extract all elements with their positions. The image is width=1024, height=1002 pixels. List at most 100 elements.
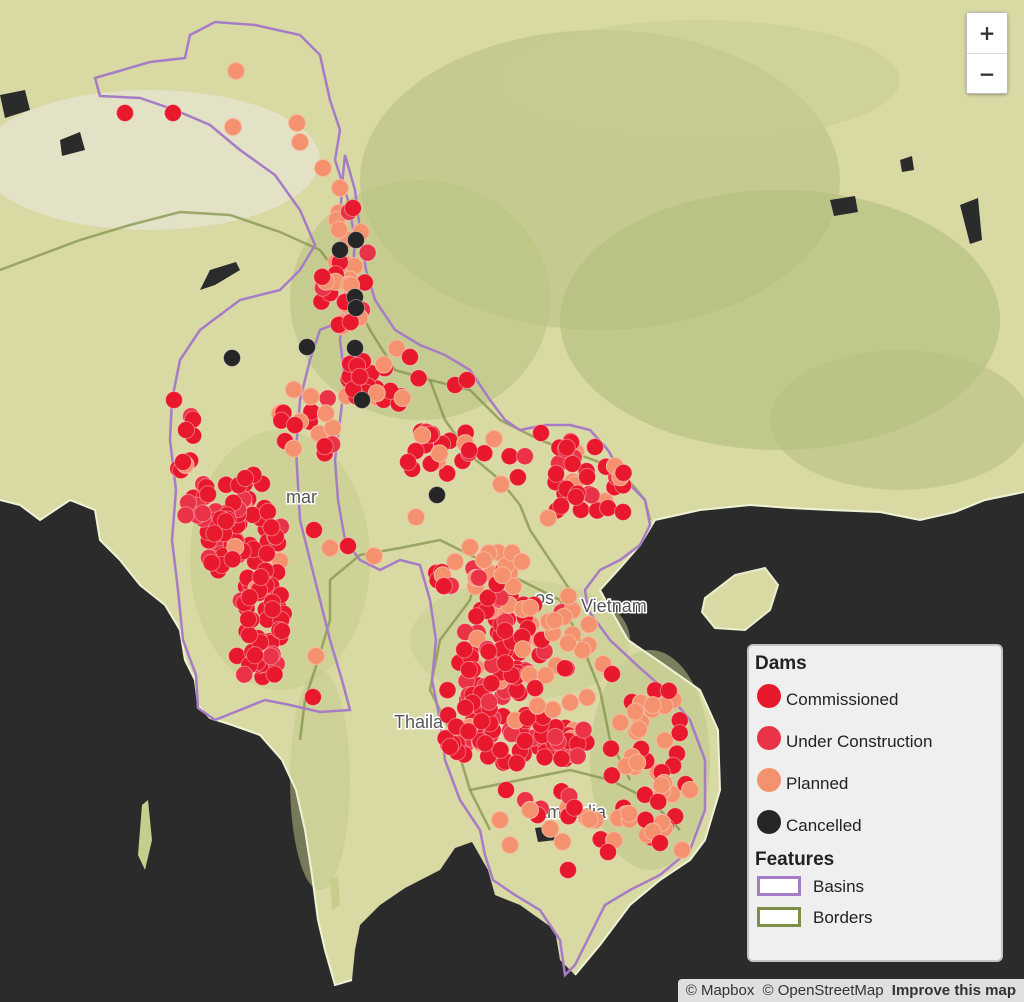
dam-planned[interactable] bbox=[430, 444, 449, 463]
dam-commissioned[interactable] bbox=[552, 496, 571, 515]
dam-under-construction[interactable] bbox=[574, 720, 593, 739]
dam-cancelled[interactable] bbox=[223, 349, 241, 367]
dam-planned[interactable] bbox=[513, 640, 532, 659]
attribution-improve-link[interactable]: Improve this map bbox=[892, 982, 1016, 999]
dam-planned[interactable] bbox=[512, 552, 531, 571]
dam-commissioned[interactable] bbox=[460, 441, 479, 460]
dam-planned[interactable] bbox=[374, 355, 393, 374]
dam-commissioned[interactable] bbox=[532, 424, 550, 442]
dam-under-construction[interactable] bbox=[515, 447, 534, 466]
dam-commissioned[interactable] bbox=[258, 502, 277, 521]
dam-planned[interactable] bbox=[561, 693, 580, 712]
dam-commissioned[interactable] bbox=[205, 524, 224, 543]
dam-planned[interactable] bbox=[288, 114, 306, 132]
dam-planned[interactable] bbox=[539, 509, 558, 528]
dam-commissioned[interactable] bbox=[500, 447, 519, 466]
dam-planned[interactable] bbox=[493, 566, 512, 585]
dam-planned[interactable] bbox=[626, 702, 645, 721]
dam-commissioned[interactable] bbox=[602, 739, 620, 758]
attribution-osm-link[interactable]: © OpenStreetMap bbox=[763, 982, 884, 999]
dam-commissioned[interactable] bbox=[239, 610, 258, 629]
dam-commissioned[interactable] bbox=[614, 463, 633, 482]
dam-planned[interactable] bbox=[643, 696, 662, 715]
dam-commissioned[interactable] bbox=[670, 724, 689, 742]
dam-commissioned[interactable] bbox=[165, 391, 183, 409]
dam-commissioned[interactable] bbox=[565, 798, 584, 817]
dam-commissioned[interactable] bbox=[476, 734, 495, 753]
dam-planned[interactable] bbox=[291, 133, 309, 151]
dam-commissioned[interactable] bbox=[246, 646, 264, 665]
dam-under-construction[interactable] bbox=[176, 506, 195, 525]
dam-commissioned[interactable] bbox=[265, 665, 284, 684]
dam-planned[interactable] bbox=[620, 804, 639, 823]
dam-commissioned[interactable] bbox=[339, 537, 357, 555]
dam-commissioned[interactable] bbox=[496, 621, 515, 640]
dam-commissioned[interactable] bbox=[586, 438, 604, 456]
dam-planned[interactable] bbox=[521, 598, 540, 617]
dam-under-construction[interactable] bbox=[469, 568, 488, 587]
dam-cancelled[interactable] bbox=[347, 299, 365, 317]
dam-under-construction[interactable] bbox=[568, 747, 587, 766]
dam-commissioned[interactable] bbox=[603, 665, 621, 683]
dam-cancelled[interactable] bbox=[347, 231, 365, 249]
dam-commissioned[interactable] bbox=[475, 444, 494, 463]
dam-commissioned[interactable] bbox=[285, 416, 304, 435]
dam-commissioned[interactable] bbox=[273, 622, 291, 640]
dam-commissioned[interactable] bbox=[599, 499, 617, 517]
zoom-in-button[interactable]: + bbox=[967, 13, 1007, 53]
dam-commissioned[interactable] bbox=[399, 453, 417, 471]
dam-planned[interactable] bbox=[407, 508, 425, 526]
attribution-mapbox-link[interactable]: © Mapbox bbox=[686, 982, 755, 999]
dam-planned[interactable] bbox=[545, 611, 564, 630]
dam-commissioned[interactable] bbox=[236, 469, 255, 488]
dam-commissioned[interactable] bbox=[240, 626, 259, 644]
dam-planned[interactable] bbox=[330, 220, 349, 239]
dam-commissioned[interactable] bbox=[482, 674, 501, 693]
dam-under-construction[interactable] bbox=[261, 647, 280, 666]
dam-commissioned[interactable] bbox=[223, 550, 242, 569]
dam-planned[interactable] bbox=[314, 159, 332, 177]
dam-planned[interactable] bbox=[579, 615, 598, 634]
dam-commissioned[interactable] bbox=[441, 737, 459, 756]
dam-commissioned[interactable] bbox=[202, 553, 221, 572]
dam-commissioned[interactable] bbox=[401, 348, 419, 366]
dam-commissioned[interactable] bbox=[305, 521, 323, 539]
dam-planned[interactable] bbox=[652, 776, 671, 795]
dam-commissioned[interactable] bbox=[552, 749, 571, 768]
dam-commissioned[interactable] bbox=[472, 712, 491, 731]
dam-commissioned[interactable] bbox=[251, 568, 270, 587]
dam-commissioned[interactable] bbox=[263, 600, 282, 619]
dam-commissioned[interactable] bbox=[508, 468, 527, 487]
dam-planned[interactable] bbox=[224, 118, 242, 136]
dam-commissioned[interactable] bbox=[257, 544, 276, 563]
zoom-out-button[interactable]: − bbox=[967, 53, 1007, 93]
dam-commissioned[interactable] bbox=[507, 754, 526, 773]
dam-planned[interactable] bbox=[611, 713, 630, 732]
dam-planned[interactable] bbox=[413, 426, 432, 445]
dam-commissioned[interactable] bbox=[649, 792, 668, 811]
dam-commissioned[interactable] bbox=[659, 681, 678, 700]
dam-commissioned[interactable] bbox=[344, 199, 362, 217]
dam-planned[interactable] bbox=[629, 720, 648, 739]
dam-planned[interactable] bbox=[580, 810, 599, 829]
dam-commissioned[interactable] bbox=[199, 485, 217, 504]
dam-commissioned[interactable] bbox=[304, 688, 322, 706]
dam-commissioned[interactable] bbox=[578, 467, 597, 486]
dam-commissioned[interactable] bbox=[599, 843, 617, 861]
dam-commissioned[interactable] bbox=[467, 607, 486, 626]
dam-planned[interactable] bbox=[559, 587, 578, 606]
dam-commissioned[interactable] bbox=[460, 660, 478, 679]
dam-under-construction[interactable] bbox=[546, 727, 565, 746]
dam-commissioned[interactable] bbox=[313, 267, 332, 286]
dam-commissioned[interactable] bbox=[496, 654, 515, 673]
dam-commissioned[interactable] bbox=[557, 438, 576, 457]
dam-commissioned[interactable] bbox=[455, 640, 474, 659]
dam-under-construction[interactable] bbox=[235, 665, 254, 684]
dam-planned[interactable] bbox=[316, 404, 335, 423]
dam-planned[interactable] bbox=[521, 801, 539, 819]
dam-planned[interactable] bbox=[331, 179, 349, 197]
dam-planned[interactable] bbox=[578, 688, 597, 707]
dam-planned[interactable] bbox=[628, 753, 647, 772]
dam-cancelled[interactable] bbox=[346, 339, 364, 357]
dam-commissioned[interactable] bbox=[497, 781, 515, 799]
